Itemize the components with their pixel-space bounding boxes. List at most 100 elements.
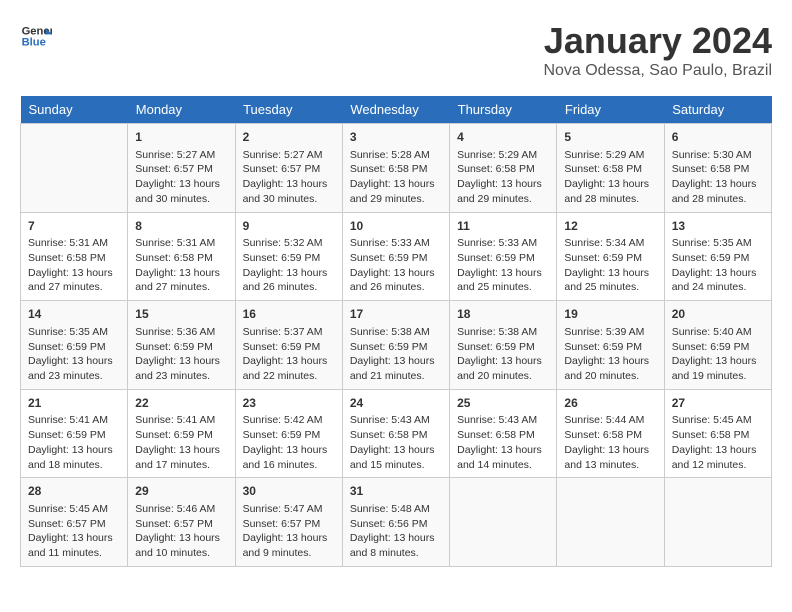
day-number: 19 [564,306,656,323]
day-number: 1 [135,129,227,146]
calendar-cell: 15Sunrise: 5:36 AM Sunset: 6:59 PM Dayli… [128,301,235,390]
day-number: 4 [457,129,549,146]
weekday-header-wednesday: Wednesday [342,96,449,124]
weekday-header-friday: Friday [557,96,664,124]
day-info: Sunrise: 5:33 AM Sunset: 6:59 PM Dayligh… [457,236,549,295]
day-info: Sunrise: 5:38 AM Sunset: 6:59 PM Dayligh… [457,325,549,384]
page-header: General Blue January 2024 Nova Odessa, S… [20,20,772,80]
day-info: Sunrise: 5:28 AM Sunset: 6:58 PM Dayligh… [350,148,442,207]
calendar-cell: 13Sunrise: 5:35 AM Sunset: 6:59 PM Dayli… [664,212,771,301]
day-number: 25 [457,395,549,412]
calendar-cell: 28 Sunrise: 5:45 AM Sunset: 6:57 PM Dayli… [21,478,128,567]
calendar-cell: 20 Sunrise: 5:40 AM Sunset: 6:59 PM Dayli… [664,301,771,390]
day-number: 5 [564,129,656,146]
calendar-cell: 24Sunrise: 5:43 AM Sunset: 6:58 PM Dayli… [342,389,449,478]
day-number: 10 [350,218,442,235]
month-title: January 2024 [543,20,772,62]
day-number: 21 [28,395,120,412]
day-number: 9 [243,218,335,235]
day-info: Sunrise: 5:31 AM Sunset: 6:58 PM Dayligh… [28,236,120,295]
day-number: 30 [243,483,335,500]
day-info: Sunrise: 5:47 AM Sunset: 6:57 PM Dayligh… [243,502,335,561]
calendar-cell: 14Sunrise: 5:35 AM Sunset: 6:59 PM Dayli… [21,301,128,390]
calendar-cell: 8Sunrise: 5:31 AM Sunset: 6:58 PM Daylig… [128,212,235,301]
calendar-cell: 25Sunrise: 5:43 AM Sunset: 6:58 PM Dayli… [450,389,557,478]
calendar-cell: 18 Sunrise: 5:38 AM Sunset: 6:59 PM Dayli… [450,301,557,390]
day-info: Sunrise: 5:45 AM Sunset: 6:58 PM Dayligh… [672,413,764,472]
weekday-header-tuesday: Tuesday [235,96,342,124]
day-number: 23 [243,395,335,412]
calendar-cell: 22Sunrise: 5:41 AM Sunset: 6:59 PM Dayli… [128,389,235,478]
calendar-cell: 21Sunrise: 5:41 AM Sunset: 6:59 PM Dayli… [21,389,128,478]
day-info: Sunrise: 5:29 AM Sunset: 6:58 PM Dayligh… [457,148,549,207]
day-info: Sunrise: 5:39 AM Sunset: 6:59 PM Dayligh… [564,325,656,384]
day-number: 27 [672,395,764,412]
calendar-cell: 6 Sunrise: 5:30 AM Sunset: 6:58 PM Daylig… [664,124,771,213]
day-info: Sunrise: 5:37 AM Sunset: 6:59 PM Dayligh… [243,325,335,384]
day-number: 17 [350,306,442,323]
day-info: Sunrise: 5:30 AM Sunset: 6:58 PM Dayligh… [672,148,764,207]
day-info: Sunrise: 5:36 AM Sunset: 6:59 PM Dayligh… [135,325,227,384]
calendar-cell: 30 Sunrise: 5:47 AM Sunset: 6:57 PM Dayli… [235,478,342,567]
day-number: 2 [243,129,335,146]
calendar-cell: 16 Sunrise: 5:37 AM Sunset: 6:59 PM Dayli… [235,301,342,390]
calendar-cell: 11Sunrise: 5:33 AM Sunset: 6:59 PM Dayli… [450,212,557,301]
svg-text:Blue: Blue [22,37,46,49]
day-number: 28 [28,483,120,500]
calendar-cell [21,124,128,213]
logo-icon: General Blue [20,20,52,52]
day-number: 3 [350,129,442,146]
calendar-cell [664,478,771,567]
day-number: 8 [135,218,227,235]
calendar-cell: 5 Sunrise: 5:29 AM Sunset: 6:58 PM Daylig… [557,124,664,213]
calendar-week-3: 14Sunrise: 5:35 AM Sunset: 6:59 PM Dayli… [21,301,772,390]
day-info: Sunrise: 5:29 AM Sunset: 6:58 PM Dayligh… [564,148,656,207]
day-info: Sunrise: 5:38 AM Sunset: 6:59 PM Dayligh… [350,325,442,384]
day-info: Sunrise: 5:40 AM Sunset: 6:59 PM Dayligh… [672,325,764,384]
day-info: Sunrise: 5:43 AM Sunset: 6:58 PM Dayligh… [457,413,549,472]
calendar-cell: 17 Sunrise: 5:38 AM Sunset: 6:59 PM Dayli… [342,301,449,390]
calendar-cell [450,478,557,567]
calendar-cell: 23Sunrise: 5:42 AM Sunset: 6:59 PM Dayli… [235,389,342,478]
calendar-cell: 2 Sunrise: 5:27 AM Sunset: 6:57 PM Daylig… [235,124,342,213]
weekday-header-row: SundayMondayTuesdayWednesdayThursdayFrid… [21,96,772,124]
day-info: Sunrise: 5:27 AM Sunset: 6:57 PM Dayligh… [135,148,227,207]
day-number: 22 [135,395,227,412]
day-number: 20 [672,306,764,323]
calendar-week-1: 1 Sunrise: 5:27 AM Sunset: 6:57 PM Daylig… [21,124,772,213]
calendar-cell: 12Sunrise: 5:34 AM Sunset: 6:59 PM Dayli… [557,212,664,301]
day-number: 11 [457,218,549,235]
day-number: 16 [243,306,335,323]
day-number: 18 [457,306,549,323]
calendar-cell: 9Sunrise: 5:32 AM Sunset: 6:59 PM Daylig… [235,212,342,301]
day-number: 26 [564,395,656,412]
day-number: 6 [672,129,764,146]
calendar-cell: 3 Sunrise: 5:28 AM Sunset: 6:58 PM Daylig… [342,124,449,213]
day-number: 29 [135,483,227,500]
weekday-header-monday: Monday [128,96,235,124]
day-info: Sunrise: 5:32 AM Sunset: 6:59 PM Dayligh… [243,236,335,295]
calendar-cell [557,478,664,567]
day-info: Sunrise: 5:44 AM Sunset: 6:58 PM Dayligh… [564,413,656,472]
calendar-week-5: 28 Sunrise: 5:45 AM Sunset: 6:57 PM Dayli… [21,478,772,567]
day-info: Sunrise: 5:43 AM Sunset: 6:58 PM Dayligh… [350,413,442,472]
calendar-cell: 4 Sunrise: 5:29 AM Sunset: 6:58 PM Daylig… [450,124,557,213]
calendar-week-4: 21Sunrise: 5:41 AM Sunset: 6:59 PM Dayli… [21,389,772,478]
day-info: Sunrise: 5:45 AM Sunset: 6:57 PM Dayligh… [28,502,120,561]
calendar-body: 1 Sunrise: 5:27 AM Sunset: 6:57 PM Daylig… [21,124,772,567]
calendar-cell: 19 Sunrise: 5:39 AM Sunset: 6:59 PM Dayli… [557,301,664,390]
calendar-cell: 26Sunrise: 5:44 AM Sunset: 6:58 PM Dayli… [557,389,664,478]
day-number: 31 [350,483,442,500]
location-title: Nova Odessa, Sao Paulo, Brazil [543,62,772,80]
day-info: Sunrise: 5:35 AM Sunset: 6:59 PM Dayligh… [28,325,120,384]
weekday-header-sunday: Sunday [21,96,128,124]
day-info: Sunrise: 5:31 AM Sunset: 6:58 PM Dayligh… [135,236,227,295]
title-area: January 2024 Nova Odessa, Sao Paulo, Bra… [543,20,772,80]
calendar-table: SundayMondayTuesdayWednesdayThursdayFrid… [20,96,772,567]
day-info: Sunrise: 5:42 AM Sunset: 6:59 PM Dayligh… [243,413,335,472]
calendar-cell: 10Sunrise: 5:33 AM Sunset: 6:59 PM Dayli… [342,212,449,301]
calendar-cell: 7Sunrise: 5:31 AM Sunset: 6:58 PM Daylig… [21,212,128,301]
day-number: 24 [350,395,442,412]
day-info: Sunrise: 5:27 AM Sunset: 6:57 PM Dayligh… [243,148,335,207]
calendar-cell: 31Sunrise: 5:48 AM Sunset: 6:56 PM Dayli… [342,478,449,567]
